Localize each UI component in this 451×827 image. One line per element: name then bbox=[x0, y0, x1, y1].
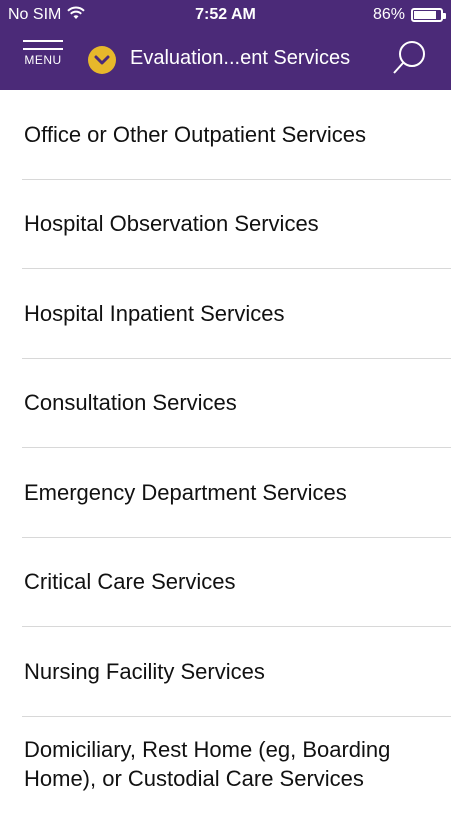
list-item[interactable]: Nursing Facility Services bbox=[0, 627, 451, 717]
status-time: 7:52 AM bbox=[195, 6, 256, 23]
list-item[interactable]: Critical Care Services bbox=[0, 538, 451, 627]
wifi-icon bbox=[67, 6, 86, 25]
list-item-label: Critical Care Services bbox=[24, 569, 236, 595]
list-item-label: Hospital Observation Services bbox=[24, 211, 319, 237]
list-item[interactable]: Consultation Services bbox=[0, 359, 451, 448]
list-item-label: Emergency Department Services bbox=[24, 479, 347, 505]
list-item[interactable]: Domiciliary, Rest Home (eg, Boarding Hom… bbox=[0, 717, 451, 827]
list-item[interactable]: Office or Other Outpatient Services bbox=[0, 90, 451, 180]
carrier-text: No SIM bbox=[8, 6, 62, 23]
status-left: No SIM bbox=[8, 6, 86, 25]
menu-button[interactable]: MENU bbox=[22, 40, 64, 80]
list-item-label: Office or Other Outpatient Services bbox=[24, 121, 366, 147]
status-right: 86% bbox=[372, 6, 446, 24]
list-item-label: Domiciliary, Rest Home (eg, Boarding Hom… bbox=[24, 736, 391, 791]
hamburger-icon bbox=[23, 40, 63, 42]
list-item-label: Hospital Inpatient Services bbox=[24, 300, 285, 326]
services-list: Office or Other Outpatient Services Hosp… bbox=[0, 90, 451, 827]
battery-percent: 86% bbox=[372, 6, 405, 23]
menu-label: MENU bbox=[24, 53, 62, 67]
status-bar: No SIM 7:52 AM 86% bbox=[0, 0, 451, 30]
list-item[interactable]: Emergency Department Services bbox=[0, 448, 451, 538]
list-item[interactable]: Hospital Observation Services bbox=[0, 180, 451, 269]
hamburger-line bbox=[23, 48, 63, 50]
battery-icon bbox=[411, 8, 446, 22]
chevron-down-icon[interactable] bbox=[88, 46, 116, 74]
page-title[interactable]: Evaluation...ent Services bbox=[130, 47, 350, 70]
top-bar: No SIM 7:52 AM 86% MENU Evaluation...ent… bbox=[0, 0, 451, 90]
list-item-label: Nursing Facility Services bbox=[24, 658, 265, 684]
nav-row: MENU Evaluation...ent Services bbox=[0, 30, 451, 90]
list-item-label: Consultation Services bbox=[24, 390, 237, 416]
list-item[interactable]: Hospital Inpatient Services bbox=[0, 269, 451, 359]
battery-fill bbox=[414, 11, 437, 19]
search-icon[interactable] bbox=[389, 38, 429, 78]
